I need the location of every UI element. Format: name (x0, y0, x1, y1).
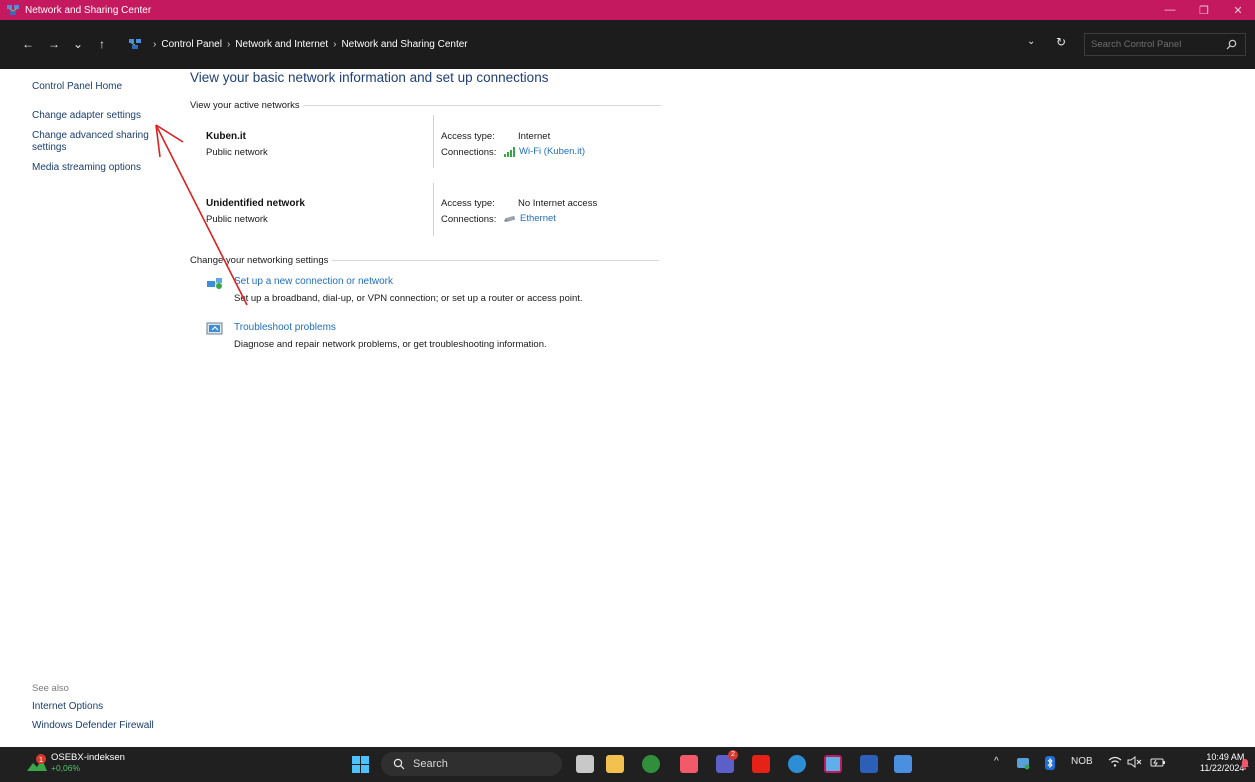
breadcrumb-network-and-sharing-center[interactable]: Network and Sharing Center (341, 39, 467, 50)
clock-date: 11/22/2024 (1200, 763, 1245, 773)
breadcrumb-separator: › (226, 38, 231, 50)
refresh-button[interactable]: ↻ (1056, 35, 1066, 49)
breadcrumb-separator: › (333, 38, 337, 50)
widget-badge: 1 (39, 756, 43, 764)
notification-bell-icon[interactable] (1240, 758, 1250, 770)
vertical-divider (433, 183, 434, 236)
breadcrumb-separator: › (153, 38, 157, 50)
music-app-icon[interactable] (680, 755, 698, 773)
wifi-icon[interactable] (1108, 756, 1122, 768)
minimize-button[interactable]: — (1153, 0, 1187, 20)
battery-charging-icon[interactable] (1150, 756, 1166, 768)
change-settings-heading: Change your networking settings (190, 255, 660, 266)
teams-icon[interactable]: 2 (716, 750, 738, 773)
divider (303, 105, 661, 106)
vertical-divider (433, 115, 434, 168)
annotation-arrow (155, 124, 248, 306)
sidebar-link-control-panel-home[interactable]: Control Panel Home (32, 81, 122, 92)
access-type-label: Access type: (441, 198, 495, 209)
window-controls: — ❐ ✕ (1153, 0, 1255, 20)
search-placeholder: Search Control Panel (1091, 39, 1182, 50)
sidebar-link-media-streaming-options[interactable]: Media streaming options (32, 162, 141, 173)
access-type-value: Internet (518, 131, 551, 142)
search-icon (393, 758, 405, 770)
address-box[interactable]: › Control Panel › Network and Internet ›… (122, 33, 1077, 55)
input-language[interactable]: NOB (1071, 756, 1093, 767)
clock-time: 10:49 AM (1206, 752, 1245, 762)
address-history-dropdown[interactable]: ⌄ (1027, 36, 1035, 47)
task-view-icon[interactable] (576, 755, 594, 773)
breadcrumb-control-panel[interactable]: Control Panel (161, 39, 222, 50)
bluetooth-icon[interactable] (1045, 756, 1055, 770)
search-icon (1226, 39, 1237, 50)
chrome-icon[interactable] (642, 755, 660, 773)
sidebar-link-windows-defender-firewall[interactable]: Windows Defender Firewall (32, 720, 154, 731)
connections-label: Connections: (441, 147, 497, 158)
ethernet-connection-name[interactable]: Ethernet (520, 213, 556, 224)
active-networks-label: View your active networks (190, 100, 300, 111)
taskbar-search[interactable]: Search (381, 752, 562, 776)
search-input[interactable]: Search Control Panel (1084, 33, 1246, 56)
divider (332, 260, 660, 261)
address-toolbar: ← → ⌄ ↑ › Control Panel › Network and In… (0, 20, 1255, 69)
ethernet-connection-link[interactable]: Ethernet (504, 213, 556, 224)
access-type-value: No Internet access (518, 198, 598, 209)
sidebar-link-internet-options[interactable]: Internet Options (32, 701, 103, 712)
photos-icon[interactable] (894, 755, 912, 773)
title-bar: Network and Sharing Center — ❐ ✕ (0, 0, 1255, 20)
troubleshoot-problems-link[interactable]: Troubleshoot problems (234, 322, 336, 333)
taskbar: 1 OSEBX-indeksen +0,06% Search 2 ^ NOB 1… (0, 747, 1255, 782)
telegram-icon[interactable] (788, 755, 806, 773)
system-clock[interactable]: 10:49 AM 11/22/2024 (1200, 752, 1244, 774)
forward-button[interactable]: → (44, 34, 64, 54)
close-button[interactable]: ✕ (1221, 0, 1255, 20)
breadcrumb-network-and-internet[interactable]: Network and Internet (235, 39, 328, 50)
taskbar-search-label: Search (413, 758, 448, 770)
sidebar-link-change-adapter-settings[interactable]: Change adapter settings (32, 110, 141, 121)
wifi-signal-icon (504, 146, 515, 157)
active-networks-heading: View your active networks (190, 100, 661, 111)
show-hidden-icons-button[interactable]: ^ (994, 756, 999, 767)
access-type-label: Access type: (441, 131, 495, 142)
window-title: Network and Sharing Center (25, 4, 152, 16)
page-title: View your basic network information and … (190, 70, 549, 85)
stock-widget[interactable]: 1 OSEBX-indeksen +0,06% (26, 752, 125, 773)
widget-title: OSEBX-indeksen (51, 752, 125, 763)
restore-button[interactable]: ❐ (1187, 0, 1221, 20)
connections-label: Connections: (441, 214, 497, 225)
back-button[interactable]: ← (18, 34, 38, 54)
file-explorer-icon[interactable] (606, 755, 624, 773)
up-button[interactable]: ↑ (92, 34, 112, 54)
network-center-icon (7, 5, 19, 15)
control-panel-app-icon[interactable] (824, 755, 842, 773)
volume-muted-icon[interactable] (1127, 756, 1143, 768)
widget-change: +0,06% (51, 763, 81, 773)
teams-notification-badge: 2 (728, 750, 738, 760)
stock-chart-icon: 1 (27, 753, 47, 771)
troubleshoot-icon (206, 322, 223, 335)
troubleshoot-problems-description: Diagnose and repair network problems, or… (234, 339, 547, 350)
sidebar-link-change-advanced-sharing-cont[interactable]: settings (32, 142, 66, 153)
setup-new-connection-description: Set up a broadband, dial-up, or VPN conn… (234, 293, 583, 304)
word-icon[interactable] (860, 755, 878, 773)
control-panel-icon (129, 39, 141, 49)
youtube-icon[interactable] (752, 755, 770, 773)
wifi-connection-name[interactable]: Wi-Fi (Kuben.it) (519, 146, 585, 157)
windows-start-icon[interactable] (352, 756, 369, 773)
ethernet-icon (504, 215, 516, 222)
sidebar-link-change-advanced-sharing[interactable]: Change advanced sharing (32, 130, 149, 141)
wifi-connection-link[interactable]: Wi-Fi (Kuben.it) (504, 146, 585, 157)
see-also-label: See also (32, 683, 69, 694)
phone-link-icon[interactable] (1016, 756, 1030, 770)
recent-locations-button[interactable]: ⌄ (68, 34, 88, 54)
